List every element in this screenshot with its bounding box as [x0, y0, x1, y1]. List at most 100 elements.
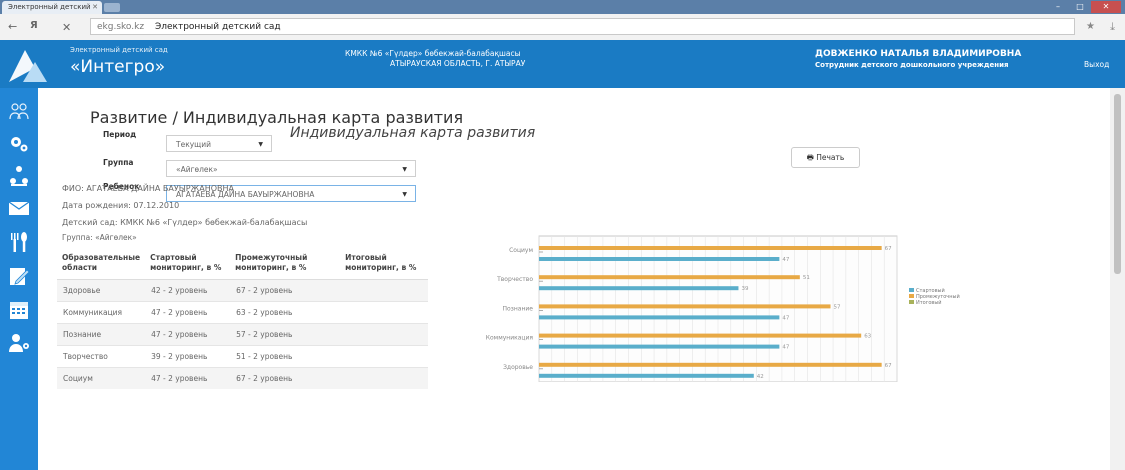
- development-table: Образовательные области Стартовый монито…: [57, 247, 429, 389]
- cell-area: Познание: [57, 323, 146, 346]
- col-header-final: Итоговый мониторинг, в %: [340, 247, 429, 280]
- child-birthdate: Дата рождения: 07.12.2010: [62, 201, 180, 210]
- url-field[interactable]: ekg.sko.kz Электронный детский сад: [90, 18, 1075, 35]
- cell-area: Социум: [57, 367, 146, 389]
- caret-down-icon: ▼: [402, 166, 407, 173]
- mail-icon[interactable]: [7, 196, 31, 220]
- bar-start: [539, 315, 780, 320]
- url-host: ekg.sko.kz: [97, 22, 145, 32]
- period-label: Период: [103, 130, 137, 139]
- cell-final: [340, 345, 429, 368]
- bar-value-label: 47: [782, 257, 789, 263]
- browser-tab-title: Электронный детский: [8, 3, 91, 11]
- legend-label: Итоговый: [916, 299, 942, 306]
- print-label: Печать: [816, 153, 845, 162]
- new-tab-button[interactable]: [104, 3, 120, 12]
- group-select[interactable]: «Айгөлек» ▼: [166, 160, 416, 177]
- cutlery-icon[interactable]: [7, 230, 31, 254]
- printer-icon: 🖶: [806, 153, 814, 162]
- cell-start: 47 - 2 уровень: [145, 301, 231, 324]
- cell-mid: 51 - 2 уровень: [230, 345, 341, 368]
- cell-final: [340, 301, 429, 324]
- brand-caption: Электронный детский сад: [70, 46, 168, 54]
- legend-label: Промежуточный: [916, 293, 960, 300]
- category-label: Творчество: [496, 276, 533, 283]
- bar-value-label: 42: [757, 374, 764, 380]
- bookmark-star-icon[interactable]: ★: [1086, 21, 1095, 32]
- print-button[interactable]: 🖶 Печать: [791, 147, 860, 168]
- logout-link[interactable]: Выход: [1084, 60, 1109, 69]
- category-label: Коммуникация: [486, 335, 534, 342]
- bar-start: [539, 286, 739, 291]
- table-row: Коммуникация 47 - 2 уровень 63 - 2 урове…: [57, 301, 429, 324]
- address-bar: ← Я ✕ ekg.sko.kz Электронный детский сад…: [0, 14, 1125, 41]
- caret-down-icon: ▼: [402, 191, 407, 198]
- org-name: КМКК №6 «Гүлдер» бөбекжай-балабақшасы: [345, 49, 521, 58]
- legend-swatch: [909, 300, 914, 304]
- period-select[interactable]: Текущий ▼: [166, 135, 272, 152]
- legend-swatch: [909, 294, 914, 298]
- development-bar-chart: Социум 67 47 Творчество 51 39 Познание 57 47 Комм…: [486, 235, 960, 382]
- cell-mid: 67 - 2 уровень: [230, 367, 341, 389]
- table-row: Познание 47 - 2 уровень 57 - 2 уровень: [57, 323, 429, 346]
- legend-label: Стартовый: [916, 287, 945, 294]
- back-icon[interactable]: ←: [8, 20, 17, 33]
- download-icon[interactable]: ⤓: [1110, 20, 1115, 34]
- cell-start: 47 - 2 уровень: [145, 367, 231, 389]
- col-header-area: Образовательные области: [57, 247, 146, 280]
- card-title: Индивидуальная карта развития: [290, 125, 536, 141]
- org-region: АТЫРАУСКАЯ ОБЛАСТЬ, Г. АТЫРАУ: [390, 59, 526, 68]
- bar-mid: [539, 362, 882, 367]
- edit-icon[interactable]: [7, 264, 31, 288]
- child-fio: ФИО: АГАТАЕВА ДАЙНА БАУЫРЖАНОВНА: [62, 184, 234, 193]
- hierarchy-icon[interactable]: [7, 164, 31, 188]
- table-header-row: Образовательные области Стартовый монито…: [57, 247, 429, 280]
- maximize-icon[interactable]: □: [1069, 1, 1091, 13]
- table-row: Творчество 39 - 2 уровень 51 - 2 уровень: [57, 345, 429, 368]
- bar-value-label: 47: [782, 345, 789, 351]
- bar-value-label: 63: [864, 334, 871, 340]
- legend-swatch: [909, 288, 914, 292]
- url-title: Электронный детский сад: [154, 22, 281, 32]
- user-settings-icon[interactable]: [7, 330, 31, 354]
- bar-start: [539, 344, 780, 349]
- calendar-icon[interactable]: [7, 298, 31, 322]
- user-name: ДОВЖЕНКО НАТАЛЬЯ ВЛАДИМИРОВНА: [815, 49, 1022, 59]
- scrollbar-thumb[interactable]: [1114, 94, 1121, 274]
- minimize-icon[interactable]: –: [1047, 1, 1069, 13]
- bar-mid: [539, 333, 862, 338]
- window-close-icon[interactable]: ✕: [1091, 1, 1121, 13]
- category-label: Социум: [509, 247, 533, 254]
- reload-stop-icon[interactable]: ✕: [62, 21, 71, 34]
- bar-value-label: 47: [782, 315, 789, 321]
- user-role: Сотрудник детского дошкольного учреждени…: [815, 61, 1009, 69]
- settings-icon[interactable]: [7, 132, 31, 156]
- caret-down-icon: ▼: [258, 141, 263, 148]
- yandex-icon[interactable]: Я: [30, 20, 38, 31]
- people-icon[interactable]: [7, 100, 31, 124]
- bar-start: [539, 373, 754, 378]
- category-label: Познание: [503, 305, 534, 312]
- close-icon[interactable]: ✕: [92, 1, 98, 14]
- cell-final: [340, 323, 429, 346]
- browser-tab[interactable]: Электронный детский ✕: [2, 1, 102, 14]
- bar-value-label: 57: [834, 304, 841, 310]
- bar-start: [539, 257, 780, 261]
- kindergarten-name: Детский сад: КМКК №6 «Гүлдер» бөбекжай-б…: [62, 218, 308, 227]
- table-row: Здоровье 42 - 2 уровень 67 - 2 уровень: [57, 279, 429, 302]
- child-group: Группа: «Айгөлек»: [62, 233, 137, 242]
- period-value: Текущий: [176, 140, 211, 149]
- group-label: Группа: [103, 158, 134, 167]
- cell-area: Здоровье: [57, 279, 146, 302]
- window-controls: – □ ✕: [1047, 1, 1121, 13]
- bar-value-label: 67: [885, 246, 892, 252]
- group-value: «Айгөлек»: [176, 165, 218, 174]
- cell-mid: 57 - 2 уровень: [230, 323, 341, 346]
- cell-start: 42 - 2 уровень: [145, 279, 231, 302]
- cell-mid: 67 - 2 уровень: [230, 279, 341, 302]
- bar-mid: [539, 246, 882, 250]
- browser-tabstrip: Электронный детский ✕ – □ ✕: [0, 0, 1125, 14]
- cell-area: Творчество: [57, 345, 146, 368]
- page-scrollbar[interactable]: [1110, 88, 1125, 470]
- cell-start: 47 - 2 уровень: [145, 323, 231, 346]
